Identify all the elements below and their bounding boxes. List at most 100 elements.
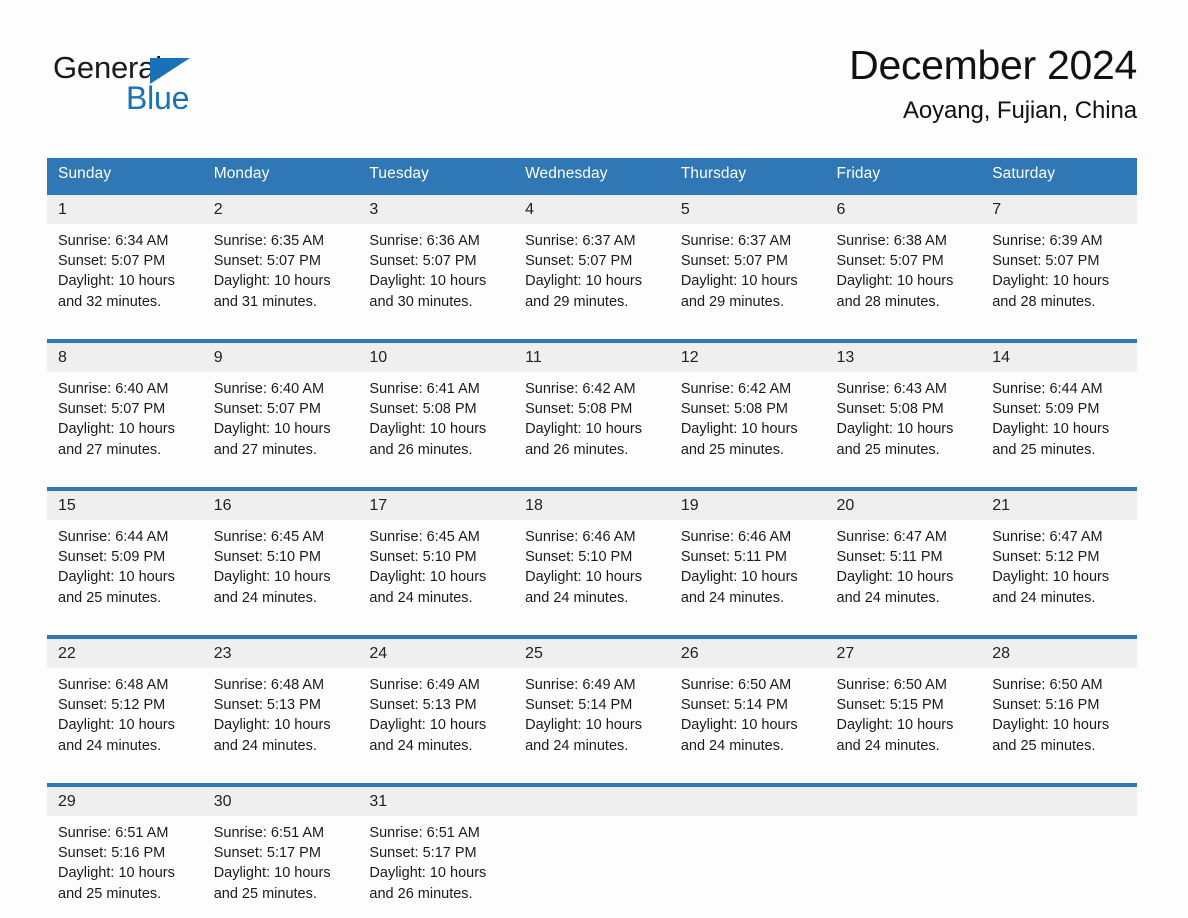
day-detail-cell[interactable]: Sunrise: 6:37 AM Sunset: 5:07 PM Daylight:…: [514, 224, 670, 323]
sunset-text: Sunset: 5:14 PM: [525, 697, 633, 714]
day-detail-cell[interactable]: Sunrise: 6:42 AM Sunset: 5:08 PM Daylight:…: [514, 372, 670, 471]
day-number-cell[interactable]: 30: [202, 787, 359, 816]
day-detail-cell[interactable]: Sunrise: 6:49 AM Sunset: 5:13 PM Daylight:…: [358, 668, 515, 767]
logo-text-blue: Blue: [126, 80, 190, 116]
day-number-cell[interactable]: 7: [981, 195, 1137, 224]
daylight-text: Daylight: 10 hours and 25 minutes.: [58, 865, 175, 902]
sunset-text: Sunset: 5:07 PM: [525, 253, 633, 270]
day-number-cell[interactable]: 17: [358, 491, 515, 520]
day-number-cell[interactable]: 15: [47, 491, 203, 520]
sunset-text: Sunset: 5:07 PM: [680, 253, 789, 270]
sunrise-text: Sunrise: 6:45 AM: [369, 529, 480, 545]
day-detail-cell[interactable]: Sunrise: 6:40 AM Sunset: 5:07 PM Daylight:…: [47, 372, 203, 471]
day-number-row: 1234567: [47, 195, 1137, 224]
week-gap-cell: [358, 767, 515, 783]
day-detail-cell[interactable]: Sunrise: 6:34 AM Sunset: 5:07 PM Daylight:…: [47, 224, 203, 323]
daylight-text: Daylight: 10 hours and 24 minutes.: [525, 569, 642, 606]
week-gap-cell: [825, 323, 982, 339]
day-number-cell[interactable]: 18: [514, 491, 670, 520]
sunset-text: Sunset: 5:10 PM: [369, 549, 477, 566]
day-detail-cell[interactable]: Sunrise: 6:51 AM Sunset: 5:17 PM Daylight:…: [358, 816, 515, 915]
day-detail-cell[interactable]: Sunrise: 6:40 AM Sunset: 5:07 PM Daylight:…: [202, 372, 359, 471]
day-number-cell[interactable]: 1: [47, 195, 203, 224]
day-number-cell[interactable]: 5: [669, 195, 826, 224]
week-gap-cell: [202, 619, 359, 635]
day-number-cell[interactable]: 12: [669, 343, 826, 372]
day-number-cell[interactable]: 8: [47, 343, 203, 372]
day-detail-cell[interactable]: Sunrise: 6:41 AM Sunset: 5:08 PM Daylight:…: [358, 372, 515, 471]
day-detail-cell[interactable]: Sunrise: 6:42 AM Sunset: 5:08 PM Daylight:…: [669, 372, 826, 471]
sunrise-text: Sunrise: 6:46 AM: [680, 529, 792, 545]
week-gap-cell: [825, 471, 982, 487]
day-detail-cell[interactable]: Sunrise: 6:50 AM Sunset: 5:15 PM Daylight:…: [825, 668, 982, 767]
day-detail-cell[interactable]: Sunrise: 6:44 AM Sunset: 5:09 PM Daylight:…: [47, 520, 203, 619]
day-number-cell[interactable]: 9: [202, 343, 359, 372]
day-number-cell[interactable]: 27: [825, 639, 982, 668]
day-detail-cell[interactable]: Sunrise: 6:51 AM Sunset: 5:17 PM Daylight:…: [202, 816, 359, 915]
day-detail-cell[interactable]: Sunrise: 6:50 AM Sunset: 5:14 PM Daylight:…: [669, 668, 826, 767]
day-number-cell[interactable]: 3: [358, 195, 515, 224]
week-gap-cell: [514, 323, 670, 339]
general-blue-logo: General Blue: [53, 52, 253, 128]
day-detail-cell[interactable]: Sunrise: 6:45 AM Sunset: 5:10 PM Daylight:…: [358, 520, 515, 619]
sunrise-text: Sunrise: 6:48 AM: [213, 677, 325, 693]
day-number-cell[interactable]: 31: [358, 787, 515, 816]
week-gap-cell: [981, 619, 1137, 635]
sunset-text: Sunset: 5:07 PM: [369, 253, 477, 270]
day-number-cell[interactable]: 6: [825, 195, 982, 224]
day-detail-cell[interactable]: Sunrise: 6:37 AM Sunset: 5:07 PM Daylight:…: [669, 224, 826, 323]
day-number-cell[interactable]: 10: [358, 343, 515, 372]
day-number-cell[interactable]: 2: [202, 195, 359, 224]
day-number-cell[interactable]: 11: [514, 343, 670, 372]
day-detail-cell[interactable]: Sunrise: 6:51 AM Sunset: 5:16 PM Daylight:…: [47, 816, 203, 915]
sunset-text: Sunset: 5:07 PM: [992, 253, 1100, 270]
day-detail-cell[interactable]: Sunrise: 6:48 AM Sunset: 5:12 PM Daylight:…: [47, 668, 203, 767]
day-detail-cell[interactable]: Sunrise: 6:47 AM Sunset: 5:11 PM Daylight:…: [825, 520, 982, 619]
day-detail-cell[interactable]: Sunrise: 6:47 AM Sunset: 5:12 PM Daylight:…: [981, 520, 1137, 619]
sunset-text: Sunset: 5:11 PM: [836, 549, 943, 566]
day-detail-cell[interactable]: Sunrise: 6:46 AM Sunset: 5:11 PM Daylight:…: [669, 520, 826, 619]
day-detail-cell[interactable]: Sunrise: 6:48 AM Sunset: 5:13 PM Daylight:…: [202, 668, 359, 767]
day-detail-cell[interactable]: Sunrise: 6:43 AM Sunset: 5:08 PM Daylight:…: [825, 372, 982, 471]
day-detail-cell[interactable]: Sunrise: 6:45 AM Sunset: 5:10 PM Daylight:…: [202, 520, 359, 619]
day-number-cell[interactable]: 13: [825, 343, 982, 372]
day-detail-cell[interactable]: Sunrise: 6:39 AM Sunset: 5:07 PM Daylight:…: [981, 224, 1137, 323]
sunrise-text: Sunrise: 6:38 AM: [836, 233, 947, 249]
daylight-text: Daylight: 10 hours and 25 minutes.: [836, 421, 954, 458]
day-number-cell[interactable]: 16: [202, 491, 359, 520]
day-number-cell[interactable]: 26: [669, 639, 826, 668]
day-number-cell[interactable]: 20: [825, 491, 982, 520]
day-number-cell[interactable]: 14: [981, 343, 1137, 372]
day-number-cell[interactable]: 24: [358, 639, 515, 668]
daylight-text: Daylight: 10 hours and 25 minutes.: [213, 865, 331, 902]
daylight-text: Daylight: 10 hours and 32 minutes.: [58, 273, 175, 310]
week-gap-cell: [47, 767, 203, 783]
day-number-cell[interactable]: 29: [47, 787, 203, 816]
sunrise-text: Sunrise: 6:49 AM: [369, 677, 480, 693]
day-number-cell[interactable]: 25: [514, 639, 670, 668]
sunrise-text: Sunrise: 6:42 AM: [680, 381, 792, 397]
day-detail-cell[interactable]: Sunrise: 6:50 AM Sunset: 5:16 PM Daylight:…: [981, 668, 1137, 767]
day-detail-cell[interactable]: Sunrise: 6:38 AM Sunset: 5:07 PM Daylight:…: [825, 224, 982, 323]
sunset-text: Sunset: 5:07 PM: [836, 253, 944, 270]
day-detail-cell[interactable]: Sunrise: 6:44 AM Sunset: 5:09 PM Daylight:…: [981, 372, 1137, 471]
week-gap-cell: [981, 767, 1137, 783]
day-number-cell[interactable]: 21: [981, 491, 1137, 520]
day-number-cell[interactable]: 23: [202, 639, 359, 668]
daylight-text: Daylight: 10 hours and 24 minutes.: [369, 569, 487, 606]
day-number-cell[interactable]: 19: [669, 491, 826, 520]
day-number-cell[interactable]: 28: [981, 639, 1137, 668]
sunrise-text: Sunrise: 6:35 AM: [213, 233, 325, 249]
week-gap: [47, 323, 1137, 339]
day-detail-cell[interactable]: Sunrise: 6:46 AM Sunset: 5:10 PM Daylight:…: [514, 520, 670, 619]
day-detail-cell-empty: [825, 816, 982, 915]
day-number-cell[interactable]: 22: [47, 639, 203, 668]
daylight-text: Daylight: 10 hours and 24 minutes.: [680, 569, 798, 606]
day-detail-row: Sunrise: 6:34 AM Sunset: 5:07 PM Daylight:…: [47, 224, 1137, 323]
daylight-text: Daylight: 10 hours and 25 minutes.: [992, 421, 1110, 458]
day-detail-cell[interactable]: Sunrise: 6:35 AM Sunset: 5:07 PM Daylight:…: [202, 224, 359, 323]
day-detail-cell[interactable]: Sunrise: 6:36 AM Sunset: 5:07 PM Daylight:…: [358, 224, 515, 323]
day-number-cell[interactable]: 4: [514, 195, 670, 224]
sunset-text: Sunset: 5:08 PM: [680, 401, 789, 418]
day-detail-cell[interactable]: Sunrise: 6:49 AM Sunset: 5:14 PM Daylight:…: [514, 668, 670, 767]
